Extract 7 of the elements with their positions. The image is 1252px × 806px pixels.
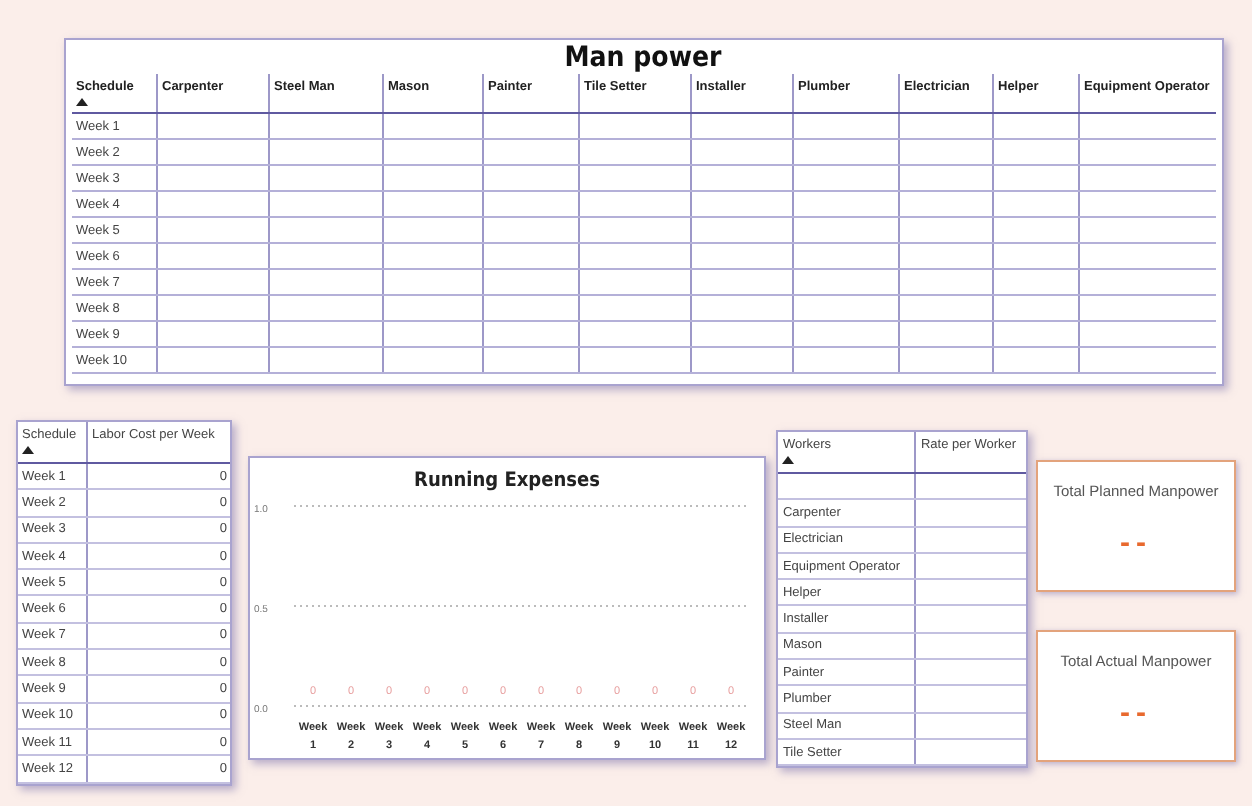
sort-icon [76,98,88,106]
sort-icon [22,446,34,454]
table-title: Man power [562,42,724,74]
card-value: -- [1120,526,1152,560]
sort-icon [782,456,795,464]
card-value: -- [1120,696,1152,730]
chart-title: Running Expenses [415,470,601,492]
